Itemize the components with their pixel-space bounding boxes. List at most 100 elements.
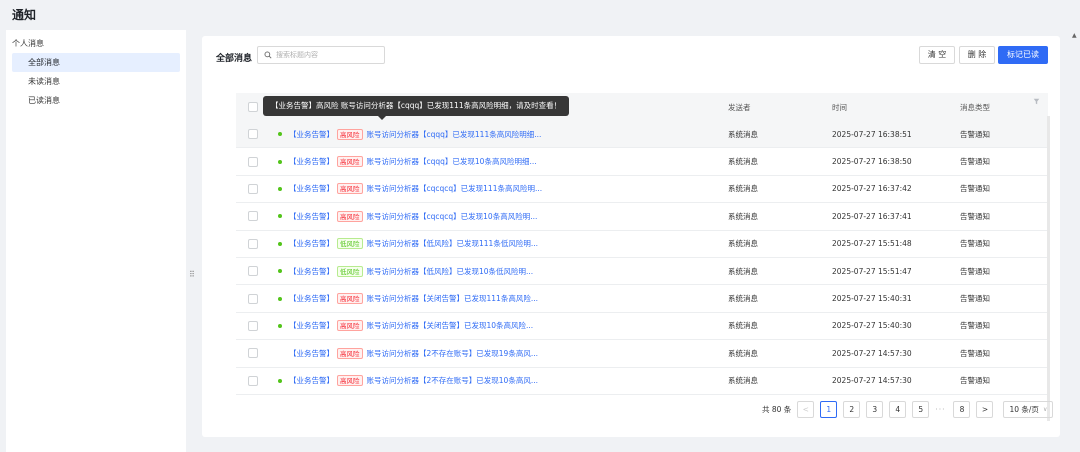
column-sender-header: 发送者 [728, 102, 751, 112]
total-count: 共 80 条 [762, 404, 792, 414]
message-title[interactable]: 【业务告警】 高风险 账号访问分析器【2不存在账号】已发现19条高风... [270, 347, 728, 359]
message-title[interactable]: 【业务告警】 低风险 账号访问分析器【低风险】已发现111条低风险明... [270, 238, 728, 250]
message-type: 告警通知 [960, 129, 990, 139]
message-text[interactable]: 账号访问分析器【cqcqcq】已发现10条高风险明... [367, 211, 538, 222]
page-button-5[interactable]: 5 [912, 400, 930, 418]
search-box[interactable] [257, 46, 385, 64]
message-type: 告警通知 [960, 184, 990, 194]
column-time-header: 时间 [832, 102, 847, 112]
page-size-select[interactable]: 10 条/页 ∨ [1003, 400, 1054, 418]
table-row[interactable]: 【业务告警】 高风险 账号访问分析器【cqqq】已发现111条高风险明细... 系统消… [236, 121, 1048, 149]
message-category: 【业务告警】 [289, 157, 334, 167]
message-category: 【业务告警】 [289, 376, 334, 386]
page-size-label: 10 条/页 [1009, 404, 1039, 414]
row-checkbox[interactable] [248, 375, 258, 386]
sidebar: 个人消息 全部消息 未读消息 已读消息 [6, 30, 186, 452]
filter-icon[interactable] [1033, 98, 1040, 105]
message-text[interactable]: 账号访问分析器【2不存在账号】已发现19条高风... [367, 348, 538, 359]
message-sender: 系统消息 [728, 239, 758, 249]
unread-dot-icon [278, 132, 282, 137]
table-row[interactable]: 【业务告警】 低风险 账号访问分析器【低风险】已发现111条低风险明... 系统消息 2… [236, 231, 1048, 258]
message-title[interactable]: 【业务告警】 高风险 账号访问分析器【cqqq】已发现10条高风险明细... [270, 156, 728, 168]
table-row[interactable]: 【业务告警】 低风险 账号访问分析器【低风险】已发现10条低风险明... 系统消息 20… [236, 258, 1048, 286]
page-button-last[interactable]: 8 [953, 400, 971, 418]
message-text[interactable]: 账号访问分析器【关闭告警】已发现111条高风险... [367, 293, 538, 304]
message-type: 告警通知 [960, 321, 990, 331]
search-input[interactable] [276, 51, 376, 59]
row-checkbox[interactable] [248, 183, 258, 194]
pagination: 共 80 条 < 12345 ··· 8 > 10 条/页 ∨ [762, 400, 1054, 418]
message-text[interactable]: 账号访问分析器【低风险】已发现10条低风险明... [367, 266, 534, 277]
table-row[interactable]: 【业务告警】 高风险 账号访问分析器【关闭告警】已发现10条高风险... 系统消息 20… [236, 313, 1048, 341]
page-button-3[interactable]: 3 [866, 400, 884, 418]
scroll-up-arrow-icon[interactable]: ▲ [1072, 32, 1077, 39]
message-text[interactable]: 账号访问分析器【cqcqcq】已发现111条高风险明... [367, 183, 543, 194]
message-type: 告警通知 [960, 376, 990, 386]
pagination-ellipsis[interactable]: ··· [935, 405, 945, 414]
table-scrollbar[interactable] [1047, 116, 1050, 421]
select-all-checkbox[interactable] [248, 102, 258, 112]
message-sender: 系统消息 [728, 129, 758, 139]
message-sender: 系统消息 [728, 294, 758, 304]
page-button-4[interactable]: 4 [889, 400, 907, 418]
page-button-2[interactable]: 2 [843, 400, 861, 418]
risk-badge: 低风险 [337, 238, 363, 250]
message-title[interactable]: 【业务告警】 高风险 账号访问分析器【关闭告警】已发现10条高风险... [270, 320, 728, 332]
main-panel: 全部消息 清 空 删 除 标记已读 发送者 时间 消息类型 【业务告警】高风险账… [194, 30, 1071, 452]
table-row[interactable]: 【业务告警】 高风险 账号访问分析器【cqcqcq】已发现10条高风险明... 系统消… [236, 203, 1048, 231]
message-time: 2025-07-27 14:57:30 [832, 348, 912, 358]
row-checkbox[interactable] [248, 348, 258, 359]
message-title[interactable]: 【业务告警】 高风险 账号访问分析器【关闭告警】已发现111条高风险... [270, 293, 728, 305]
message-type: 告警通知 [960, 239, 990, 249]
message-title[interactable]: 【业务告警】 高风险 账号访问分析器【cqcqcq】已发现10条高风险明... [270, 210, 728, 222]
page-title: 通知 [12, 8, 37, 22]
message-type: 告警通知 [960, 294, 990, 304]
table-row[interactable]: 【业务告警】 高风险 账号访问分析器【2不存在账号】已发现19条高风... 系统消息 2… [236, 340, 1048, 368]
page-button-1[interactable]: 1 [820, 400, 838, 418]
message-time: 2025-07-27 14:57:30 [832, 376, 912, 386]
message-type: 告警通知 [960, 266, 990, 276]
message-category: 【业务告警】 [289, 184, 334, 194]
prev-page-button[interactable]: < [797, 400, 815, 418]
risk-badge: 高风险 [337, 293, 363, 305]
mark-read-button[interactable]: 标记已读 [998, 46, 1048, 64]
row-checkbox[interactable] [248, 211, 258, 222]
unread-dot-icon [278, 351, 282, 355]
message-title[interactable]: 【业务告警】 低风险 账号访问分析器【低风险】已发现10条低风险明... [270, 265, 728, 277]
row-checkbox[interactable] [248, 156, 258, 167]
message-text[interactable]: 账号访问分析器【关闭告警】已发现10条高风险... [367, 320, 534, 331]
risk-badge: 高风险 [337, 128, 363, 140]
table-row[interactable]: 【业务告警】 高风险 账号访问分析器【cqqq】已发现10条高风险明细... 系统消息… [236, 148, 1048, 176]
row-checkbox[interactable] [248, 320, 258, 331]
resize-handle-icon[interactable]: ⠿ [189, 270, 195, 280]
message-sender: 系统消息 [728, 266, 758, 276]
row-checkbox[interactable] [248, 129, 258, 140]
row-checkbox[interactable] [248, 238, 258, 249]
table-row[interactable]: 【业务告警】 高风险 账号访问分析器【cqcqcq】已发现111条高风险明... 系统… [236, 176, 1048, 204]
sidebar-item-unread[interactable]: 未读消息 [12, 72, 180, 91]
message-category: 【业务告警】 [289, 294, 334, 304]
delete-button[interactable]: 删 除 [959, 46, 995, 64]
message-text[interactable]: 账号访问分析器【cqqq】已发现111条高风险明细... [367, 129, 542, 140]
row-checkbox[interactable] [248, 266, 258, 277]
message-title[interactable]: 【业务告警】 高风险 账号访问分析器【cqqq】已发现111条高风险明细... [270, 128, 728, 140]
clear-button[interactable]: 清 空 [919, 46, 955, 64]
message-text[interactable]: 账号访问分析器【2不存在账号】已发现10条高风... [367, 375, 538, 386]
message-title[interactable]: 【业务告警】 高风险 账号访问分析器【2不存在账号】已发现10条高风... [270, 375, 728, 387]
sidebar-item-all[interactable]: 全部消息 [12, 53, 180, 72]
risk-badge: 高风险 [337, 375, 363, 387]
sidebar-item-read[interactable]: 已读消息 [12, 91, 180, 110]
table-row[interactable]: 【业务告警】 高风险 账号访问分析器【2不存在账号】已发现10条高风... 系统消息 2… [236, 368, 1048, 395]
message-category: 【业务告警】 [289, 266, 334, 276]
message-text[interactable]: 账号访问分析器【低风险】已发现111条低风险明... [367, 238, 538, 249]
table-row[interactable]: 【业务告警】 高风险 账号访问分析器【关闭告警】已发现111条高风险... 系统消息 2… [236, 285, 1048, 313]
message-type: 告警通知 [960, 157, 990, 167]
message-sender: 系统消息 [728, 321, 758, 331]
risk-badge: 高风险 [337, 347, 363, 359]
message-time: 2025-07-27 16:38:51 [832, 129, 912, 139]
message-text[interactable]: 账号访问分析器【cqqq】已发现10条高风险明细... [367, 156, 537, 167]
message-title[interactable]: 【业务告警】 高风险 账号访问分析器【cqcqcq】已发现111条高风险明... [270, 183, 728, 195]
next-page-button[interactable]: > [976, 400, 994, 418]
sidebar-group-label: 个人消息 [12, 39, 44, 48]
row-checkbox[interactable] [248, 293, 258, 304]
